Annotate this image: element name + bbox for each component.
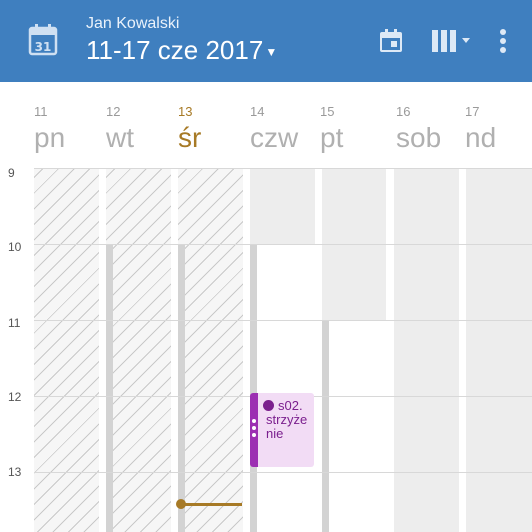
- day-column-mon[interactable]: [34, 168, 99, 532]
- hour-line: [34, 168, 532, 169]
- day-header-mon[interactable]: 11 pn: [34, 104, 106, 154]
- more-vert-icon[interactable]: [494, 26, 512, 56]
- unavailable-area: [106, 168, 171, 532]
- day-header-tue[interactable]: 12 wt: [106, 104, 178, 154]
- day-name: śr: [178, 122, 202, 153]
- day-column-fri[interactable]: [322, 168, 386, 532]
- user-name: Jan Kowalski: [86, 15, 180, 32]
- day-name: czw: [250, 122, 299, 153]
- day-header-thu[interactable]: 14 czw: [250, 104, 322, 154]
- day-header-row: 11 pn 12 wt 13 śr 14 czw 15 pt 16 sob 17 nd: [0, 82, 532, 168]
- hour-label: 10: [8, 240, 22, 254]
- closed-hours-area: [250, 168, 315, 244]
- day-number: 15: [320, 104, 335, 119]
- hour-label: 11: [8, 316, 21, 330]
- dropdown-arrow-icon: ▼: [265, 45, 278, 60]
- hour-label: 12: [8, 390, 22, 404]
- calendar-icon-day: 31: [35, 40, 52, 54]
- hour-label: 13: [8, 465, 22, 479]
- day-name: pn: [34, 122, 66, 153]
- closed-hours-area: [466, 168, 532, 532]
- day-column-thu[interactable]: [250, 168, 315, 532]
- day-column-sun[interactable]: [466, 168, 532, 532]
- view-columns-icon[interactable]: [430, 26, 478, 56]
- day-header-wed-today[interactable]: 13 śr: [178, 104, 250, 154]
- hour-line: [34, 244, 532, 245]
- day-number: 13: [178, 104, 193, 119]
- day-header-sat[interactable]: 16 sob: [396, 104, 468, 154]
- day-column-sat[interactable]: [394, 168, 459, 532]
- availability-bar: [178, 244, 185, 532]
- day-name: nd: [465, 122, 497, 153]
- appointment-event[interactable]: s02. strzyżenie: [250, 393, 314, 467]
- day-name: wt: [106, 122, 134, 153]
- availability-bar: [106, 244, 113, 532]
- day-number: 12: [106, 104, 121, 119]
- top-app-bar: 31 Jan Kowalski 11-17 cze 2017 ▼: [0, 0, 532, 82]
- closed-hours-area: [394, 168, 459, 532]
- unavailable-area: [178, 168, 243, 532]
- today-icon[interactable]: [376, 26, 406, 56]
- day-header-sun[interactable]: 17 nd: [465, 104, 532, 154]
- day-column-wed[interactable]: [178, 168, 243, 532]
- event-title: s02. strzyżenie: [266, 399, 312, 441]
- hour-label: 9: [8, 166, 15, 180]
- current-time-line: [180, 503, 242, 506]
- day-number: 11: [34, 104, 48, 119]
- day-name: pt: [320, 122, 344, 153]
- current-time-dot: [176, 499, 186, 509]
- day-number: 17: [465, 104, 480, 119]
- calendar-icon[interactable]: 31: [22, 22, 62, 60]
- day-header-fri[interactable]: 15 pt: [320, 104, 392, 154]
- hour-line: [34, 320, 532, 321]
- event-title-text: s02. strzyżenie: [266, 398, 308, 441]
- day-number: 16: [396, 104, 411, 119]
- day-column-tue[interactable]: [106, 168, 171, 532]
- availability-bar: [250, 244, 257, 532]
- week-time-grid: 9 10 11 12 13 s02. strzyżenie: [0, 166, 532, 532]
- date-range-selector[interactable]: 11-17 cze 2017 ▼: [86, 35, 277, 66]
- drag-handle-icon[interactable]: [251, 419, 257, 440]
- day-number: 14: [250, 104, 265, 119]
- unavailable-area: [34, 168, 99, 532]
- date-range-label: 11-17 cze 2017: [86, 35, 264, 65]
- hour-line: [34, 472, 532, 473]
- availability-bar: [322, 320, 329, 532]
- day-name: sob: [396, 122, 442, 153]
